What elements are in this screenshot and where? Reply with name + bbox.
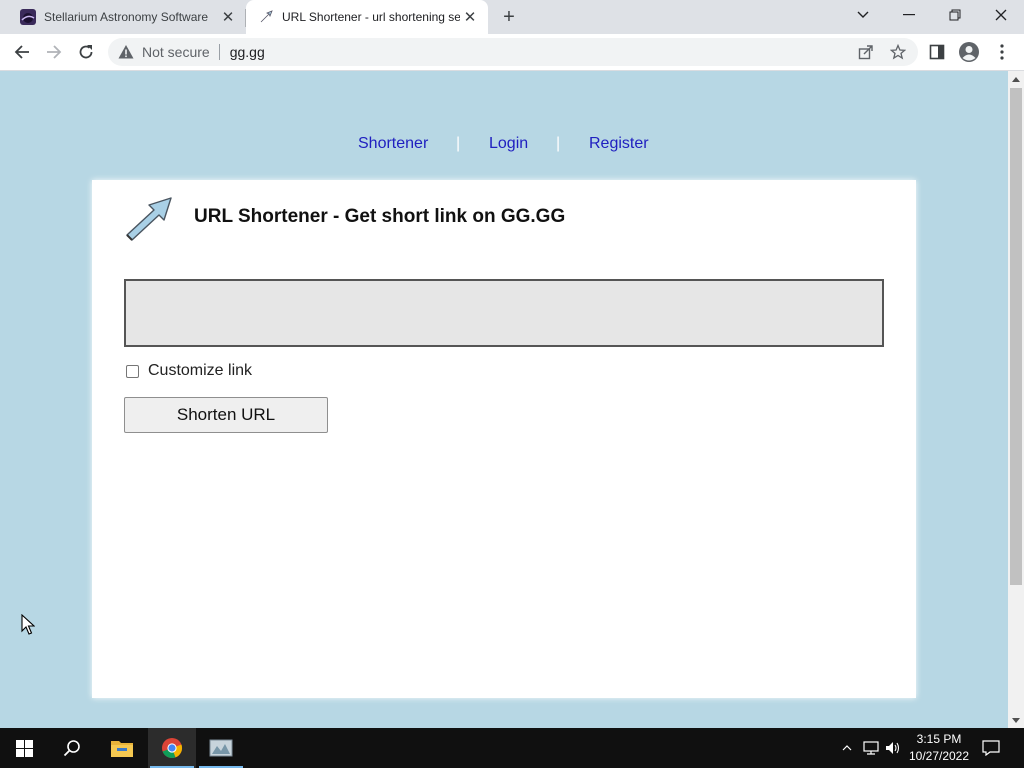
search-button[interactable] [48,728,96,768]
chrome-taskbar-button[interactable] [148,728,196,768]
profile-button[interactable] [955,38,983,66]
close-window-button[interactable] [978,0,1024,30]
reload-icon [79,45,93,59]
back-icon [14,45,29,59]
search-icon [63,740,80,757]
address-bar[interactable]: Not secure gg.gg [108,38,918,66]
customize-link-option[interactable]: Customize link [126,362,252,380]
tab-url-shortener[interactable]: URL Shortener - url shortening se ✕ [246,0,488,34]
minimize-icon [903,14,915,16]
forward-button[interactable] [40,38,68,66]
close-icon[interactable]: ✕ [218,7,238,27]
volume-button[interactable] [883,728,903,768]
windows-taskbar: 3:15 PM 10/27/2022 [0,728,1024,768]
volume-icon [886,742,900,754]
customize-link-label[interactable]: Customize link [148,362,252,380]
scrollbar-thumb[interactable] [1010,88,1022,585]
back-button[interactable] [8,38,36,66]
minimize-button[interactable] [886,0,932,30]
scroll-down-arrow[interactable] [1008,712,1024,728]
new-tab-button[interactable]: + [498,6,520,28]
start-button[interactable] [0,728,48,768]
action-center-button[interactable] [978,728,1004,768]
stellarium-taskbar-button[interactable] [197,728,245,768]
tab-stellarium[interactable]: Stellarium Astronomy Software ✕ [0,0,246,34]
sidepanel-icon [929,44,945,60]
star-icon[interactable] [890,44,906,60]
chrome-icon [162,738,183,759]
app-icon [209,739,233,757]
gg-arrow-icon [260,10,273,23]
network-icon [863,741,879,755]
page-scrollbar[interactable] [1008,71,1024,728]
restore-button[interactable] [932,0,978,30]
windows-start-icon [15,739,33,757]
notification-icon [982,740,1000,756]
caret-up-icon [1012,76,1020,82]
page-title: URL Shortener - Get short link on GG.GG [194,206,566,227]
profile-icon [959,42,979,62]
stellarium-icon [20,9,36,25]
network-button[interactable] [861,728,881,768]
warning-icon[interactable] [118,44,134,60]
close-icon [995,9,1007,21]
clock-date: 10/27/2022 [908,749,970,763]
show-hidden-icons-button[interactable] [838,728,856,768]
gg-arrow-icon [126,197,172,241]
url-text[interactable]: gg.gg [230,44,265,60]
file-explorer-button[interactable] [98,728,146,768]
tab-strip: Stellarium Astronomy Software ✕ URL Shor… [0,0,1024,34]
shorten-url-button[interactable]: Shorten URL [124,397,328,433]
tab-title: URL Shortener - url shortening se [282,10,460,24]
menu-icon [1000,44,1004,60]
browser-toolbar: Not secure gg.gg [0,34,1024,71]
share-icon[interactable] [858,44,874,60]
chevron-up-icon [842,745,852,751]
nav-separator: | [556,135,561,152]
mouse-cursor-icon [21,614,35,635]
long-url-input[interactable] [124,279,884,347]
reload-button[interactable] [72,38,100,66]
chrome-menu-button[interactable] [988,38,1016,66]
omnibox-divider [218,44,220,60]
restore-icon [949,9,961,21]
page-viewport: Shortener | Login | Register URL Shorten… [0,71,1008,728]
clock-time: 3:15 PM [916,732,962,746]
nav-register-link[interactable]: Register [589,135,649,153]
chevron-down-icon [857,11,869,18]
customize-link-checkbox[interactable] [126,364,139,378]
top-navigation: Shortener | Login | Register [0,135,1008,155]
side-panel-button[interactable] [923,38,951,66]
system-clock[interactable]: 3:15 PM 10/27/2022 [904,731,974,765]
security-label[interactable]: Not secure [142,44,210,60]
tab-search-button[interactable] [840,0,886,30]
caret-down-icon [1012,717,1020,723]
scroll-up-arrow[interactable] [1008,71,1024,87]
nav-login-link[interactable]: Login [489,135,528,153]
nav-shortener-link[interactable]: Shortener [358,135,428,153]
nav-separator: | [456,135,461,152]
file-explorer-icon [111,741,133,757]
forward-icon [47,45,62,59]
close-icon[interactable]: ✕ [460,7,480,27]
shortener-card: URL Shortener - Get short link on GG.GG … [92,180,916,698]
tab-title: Stellarium Astronomy Software [44,10,209,24]
